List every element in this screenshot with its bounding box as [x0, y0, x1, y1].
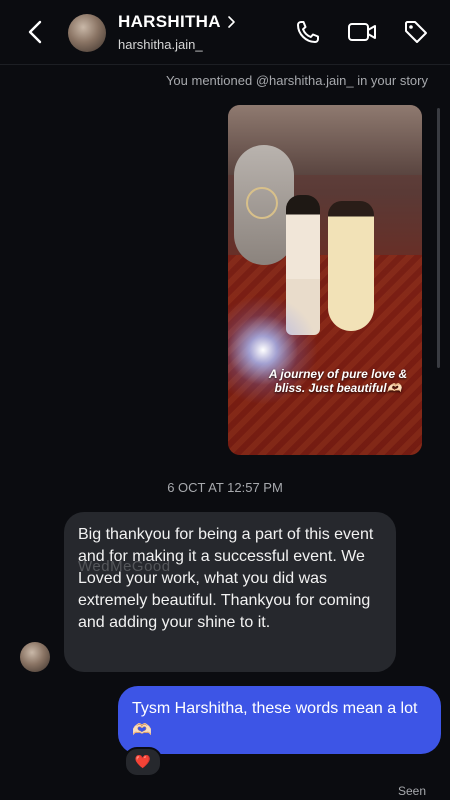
story-mention-note: You mentioned @harshitha.jain_ in your s…	[165, 73, 428, 88]
story-medallion	[246, 187, 278, 219]
chat-header: HARSHITHA harshitha.jain_	[0, 0, 450, 65]
message-timestamp: 6 OCT AT 12:57 PM	[167, 480, 283, 495]
watermark: WedMeGood	[78, 558, 171, 575]
incoming-message[interactable]: Big thankyou for being a part of this ev…	[64, 512, 396, 672]
heart-reaction-icon[interactable]: ❤️	[124, 747, 162, 777]
video-icon[interactable]	[346, 18, 378, 46]
story-preview[interactable]: A journey of pure love & bliss. Just bea…	[228, 105, 422, 455]
story-caption: A journey of pure love & bliss. Just bea…	[268, 367, 408, 395]
scrollbar[interactable]	[437, 108, 440, 368]
sender-avatar[interactable]	[20, 642, 50, 672]
contact-name[interactable]: HARSHITHA	[118, 12, 221, 32]
chevron-right-icon[interactable]	[227, 15, 237, 29]
seen-status: Seen	[397, 784, 426, 798]
phone-icon[interactable]	[294, 18, 322, 46]
outgoing-message[interactable]: Tysm Harshitha, these words mean a lot🫶🏻	[118, 686, 441, 754]
contact-handle: harshitha.jain_	[118, 37, 203, 52]
tag-icon[interactable]	[402, 18, 430, 46]
contact-name-row[interactable]: HARSHITHA	[118, 12, 237, 32]
avatar[interactable]	[68, 14, 106, 52]
story-bride	[328, 201, 374, 331]
back-chevron-icon[interactable]	[22, 18, 50, 46]
